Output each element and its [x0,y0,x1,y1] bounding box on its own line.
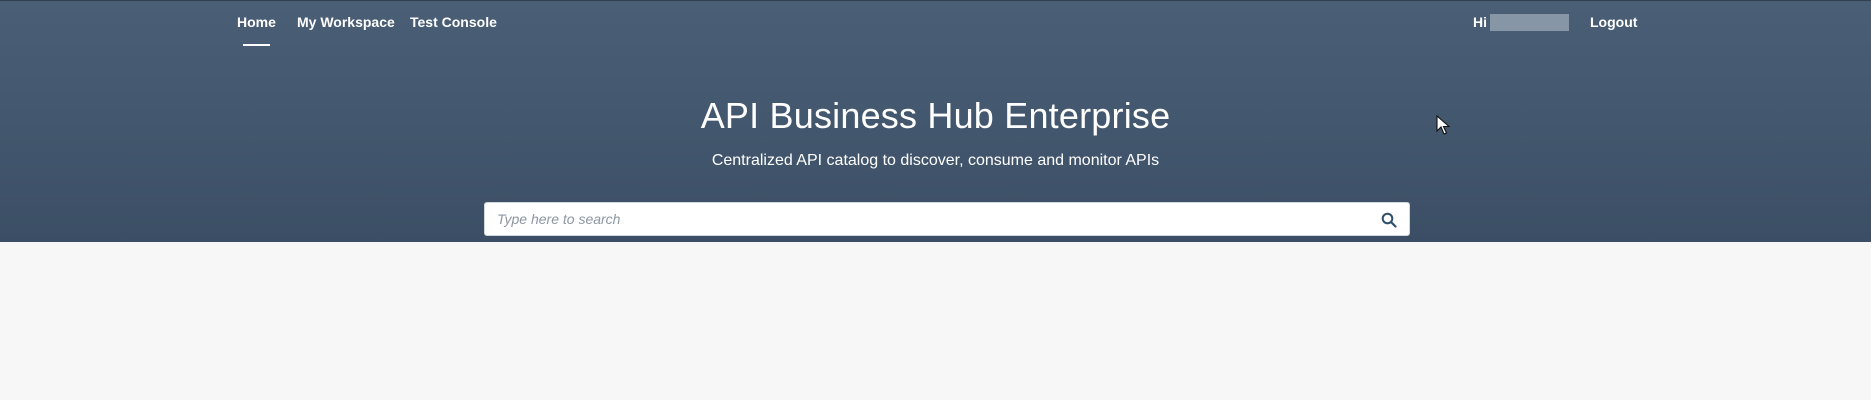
search-input[interactable] [497,208,1357,230]
page-title: API Business Hub Enterprise [700,95,1171,136]
search-icon[interactable] [1381,212,1397,228]
page-subtitle: Centralized API catalog to discover, con… [711,152,1160,169]
nav-test-console[interactable]: Test Console [410,14,497,30]
nav-home[interactable]: Home [237,14,276,46]
top-navigation: Home My Workspace Test Console Hi Logout [0,1,1871,46]
nav-my-workspace[interactable]: My Workspace [297,14,395,30]
search-bar[interactable] [484,202,1410,236]
redacted-user-name [1490,14,1569,31]
user-greeting: Hi [1473,14,1487,30]
mouse-pointer-icon [1436,115,1450,135]
hero-banner: Home My Workspace Test Console Hi Logout… [0,0,1871,242]
content-area [0,242,1871,400]
logout-link[interactable]: Logout [1590,14,1637,30]
